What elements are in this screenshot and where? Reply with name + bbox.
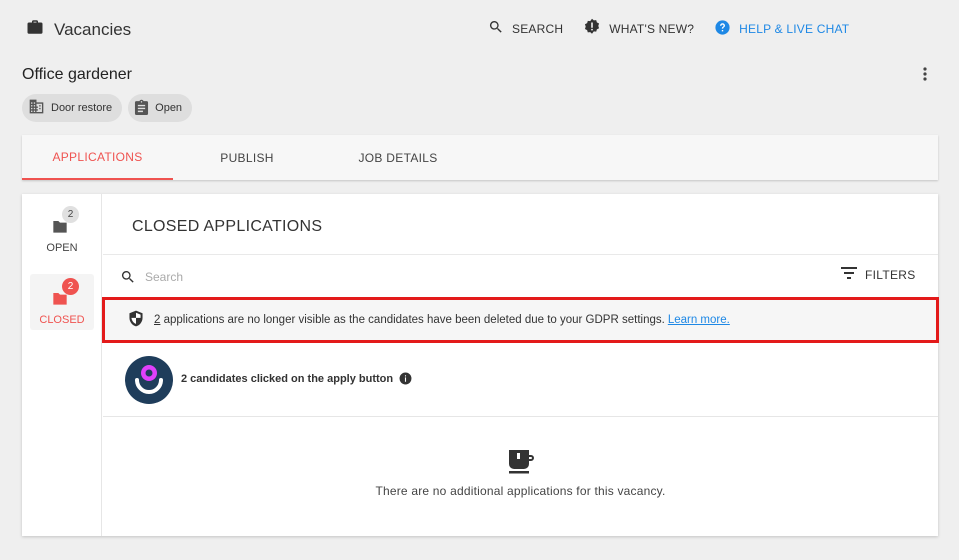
tab-applications[interactable]: APPLICATIONS <box>22 135 173 180</box>
clicked-apply-row: 2 candidates clicked on the apply button <box>103 344 938 417</box>
search-field-icon <box>120 269 136 290</box>
sidebar-item-closed[interactable]: 2 CLOSED <box>30 274 94 330</box>
top-bar: Vacancies SEARCH WHAT'S NEW? HELP & LIVE… <box>0 0 959 56</box>
brand: Vacancies <box>26 18 131 41</box>
empty-state: There are no additional applications for… <box>103 448 938 498</box>
closed-count-badge: 2 <box>62 278 79 295</box>
applications-panel: 2 OPEN 2 CLOSED CLOSED APPLICATIONS FILT… <box>22 194 939 536</box>
more-options-button[interactable] <box>915 66 935 86</box>
learn-more-link[interactable]: Learn more. <box>668 314 730 326</box>
top-actions: SEARCH WHAT'S NEW? HELP & LIVE CHAT <box>488 18 869 39</box>
vacancy-chips: Door restore Open <box>22 94 198 122</box>
help-live-chat-button[interactable]: HELP & LIVE CHAT <box>714 19 849 39</box>
open-count-badge: 2 <box>62 206 79 223</box>
more-vertical-icon <box>923 66 927 86</box>
chip-company-label: Door restore <box>51 102 113 114</box>
applications-content: CLOSED APPLICATIONS FILTERS 2 applicatio… <box>102 194 939 536</box>
search-icon <box>488 19 504 38</box>
empty-state-text: There are no additional applications for… <box>375 484 666 498</box>
section-title: CLOSED APPLICATIONS <box>132 218 323 235</box>
clipboard-icon <box>134 99 149 118</box>
app-title: Vacancies <box>54 19 132 39</box>
building-icon <box>28 99 45 117</box>
closed-folder-icon: 2 <box>50 278 79 308</box>
vacancy-title: Office gardener <box>22 66 132 83</box>
info-icon[interactable] <box>399 372 412 385</box>
tabs-bar: APPLICATIONS PUBLISH JOB DETAILS <box>22 135 938 180</box>
clicked-apply-label: 2 candidates clicked on the apply button <box>181 372 394 385</box>
gdpr-text: applications are no longer visible as th… <box>160 314 665 326</box>
gdpr-message: 2 applications are no longer visible as … <box>154 314 730 326</box>
chip-company[interactable]: Door restore <box>22 94 123 122</box>
tab-job-details[interactable]: JOB DETAILS <box>342 135 454 180</box>
chip-status-label: Open <box>155 102 183 114</box>
sidebar-item-closed-label: CLOSED <box>39 314 85 326</box>
help-circle-icon <box>714 19 731 39</box>
clicked-apply-text: 2 candidates clicked on the apply button <box>181 372 412 385</box>
whats-new-button[interactable]: WHAT'S NEW? <box>583 18 694 39</box>
filters-label: FILTERS <box>865 267 916 282</box>
tab-publish[interactable]: PUBLISH <box>197 135 297 180</box>
status-sidebar: 2 OPEN 2 CLOSED <box>22 194 102 536</box>
whats-new-label: WHAT'S NEW? <box>609 21 695 36</box>
coffee-cup-icon <box>103 448 938 474</box>
search-button[interactable]: SEARCH <box>488 19 563 38</box>
search-label: SEARCH <box>512 21 564 36</box>
gdpr-notice: 2 applications are no longer visible as … <box>102 297 939 343</box>
shield-icon <box>128 310 144 330</box>
open-folder-icon: 2 <box>50 206 79 236</box>
sidebar-item-open[interactable]: 2 OPEN <box>30 202 94 258</box>
help-live-chat-label: HELP & LIVE CHAT <box>739 21 850 36</box>
filter-icon <box>841 267 857 282</box>
search-input[interactable] <box>145 266 745 288</box>
vacancy-header: Office gardener <box>22 66 132 84</box>
briefcase-icon <box>26 18 44 41</box>
alert-badge-icon <box>583 18 601 39</box>
search-row: FILTERS <box>103 254 938 297</box>
chip-status[interactable]: Open <box>128 94 193 122</box>
filters-button[interactable]: FILTERS <box>841 267 916 282</box>
candidate-avatar <box>125 356 173 404</box>
sidebar-item-open-label: OPEN <box>46 242 78 254</box>
